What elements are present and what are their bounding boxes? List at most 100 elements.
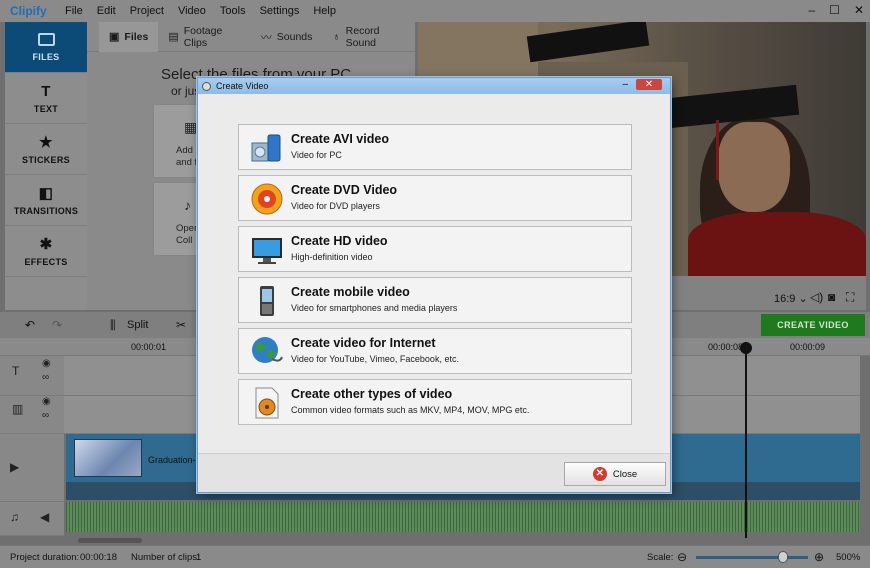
globe-icon xyxy=(252,337,283,363)
clip-thumbnail xyxy=(74,439,142,477)
dialog-footer: ✕ Close xyxy=(198,453,670,492)
card-label: Oper xyxy=(176,223,198,234)
mobile-phone-icon xyxy=(260,286,274,316)
option-hd[interactable]: Create HD video High-definition video xyxy=(238,226,632,272)
overlay-track-header: ▥ ◉ ∞ xyxy=(0,396,64,434)
card-label: Coll xyxy=(176,235,193,246)
clips-label: Number of clips: xyxy=(131,552,200,563)
volume-icon[interactable]: ◀ xyxy=(40,510,49,524)
dialog-controls: – ✕ xyxy=(622,79,662,90)
sidebar-item-files[interactable]: FILES xyxy=(5,22,87,73)
app-logo: Clipify xyxy=(10,4,47,18)
dialog-minimize-button[interactable]: – xyxy=(622,79,628,90)
dialog-title: Create Video xyxy=(216,81,269,91)
tab-sounds[interactable]: 〰 Sounds xyxy=(251,22,323,52)
option-title: Create other types of video xyxy=(291,387,453,401)
image-icon: ▣ xyxy=(109,31,120,43)
music-note-icon: ♫ xyxy=(10,510,19,524)
eye-icon[interactable]: ◉ xyxy=(42,396,51,407)
create-video-button[interactable]: CREATE VIDEO xyxy=(761,314,865,336)
aspect-ratio-dropdown[interactable]: 16:9 ⌄ xyxy=(774,292,808,305)
menu-tools[interactable]: Tools xyxy=(220,5,246,17)
tool-sidebar: FILES T TEXT ★ STICKERS ◧ TRANSITIONS ✱ … xyxy=(5,22,87,310)
sidebar-item-text[interactable]: T TEXT xyxy=(5,73,87,124)
timeline-scrollbar[interactable] xyxy=(78,538,142,543)
menu-edit[interactable]: Edit xyxy=(97,5,116,17)
zoom-out-icon[interactable]: ⊖ xyxy=(677,550,687,564)
hd-monitor-icon xyxy=(252,238,282,264)
option-avi[interactable]: Create AVI video Video for PC xyxy=(238,124,632,170)
maximize-button[interactable]: ☐ xyxy=(829,3,840,17)
option-other[interactable]: Create other types of video Common video… xyxy=(238,379,632,425)
tab-label: Sounds xyxy=(276,30,313,43)
option-subtitle: High-definition video xyxy=(291,252,373,262)
redo-icon[interactable]: ↷ xyxy=(52,318,62,332)
text-icon: T xyxy=(41,82,51,100)
tab-record-sound[interactable]: ♁ Record Sound xyxy=(322,22,415,52)
menu-settings[interactable]: Settings xyxy=(260,5,300,17)
zoom-in-icon[interactable]: ⊕ xyxy=(814,550,824,564)
sidebar-item-transitions[interactable]: ◧ TRANSITIONS xyxy=(5,175,87,226)
menu-help[interactable]: Help xyxy=(313,5,336,17)
option-internet[interactable]: Create video for Internet Video for YouT… xyxy=(238,328,632,374)
scissors-icon[interactable]: ✂ xyxy=(176,318,186,332)
zoom-slider[interactable] xyxy=(696,556,808,559)
ruler-label: 00:00:01 xyxy=(131,342,167,352)
zoom-value: 500% xyxy=(836,552,861,563)
zoom-slider-handle[interactable] xyxy=(778,551,789,563)
dialog-close-x-button[interactable]: ✕ xyxy=(636,79,662,90)
option-subtitle: Video for DVD players xyxy=(291,201,380,211)
link-icon[interactable]: ∞ xyxy=(42,372,49,383)
dvd-disc-icon xyxy=(251,183,283,215)
window-controls: – ☐ ✕ xyxy=(808,3,864,17)
waveform-icon: 〰 xyxy=(260,31,272,44)
scale-label: Scale: xyxy=(647,552,674,563)
close-button-label: Close xyxy=(612,468,638,480)
split-icon: ⫼ xyxy=(110,318,116,332)
option-subtitle: Video for YouTube, Vimeo, Facebook, etc. xyxy=(291,354,459,364)
app-icon xyxy=(202,81,211,91)
playhead[interactable] xyxy=(745,342,747,538)
status-bar: Project duration: 00:00:18 Number of cli… xyxy=(0,545,870,568)
option-subtitle: Video for PC xyxy=(291,150,342,160)
sidebar-item-label: FILES xyxy=(32,51,60,62)
media-tabs: ▣ Files ▤ Footage Clips 〰 Sounds ♁ Recor… xyxy=(87,21,415,52)
option-dvd[interactable]: Create DVD Video Video for DVD players xyxy=(238,175,632,221)
playhead-handle[interactable] xyxy=(740,342,752,354)
ruler-label: 00:00:08 xyxy=(708,342,744,352)
split-button[interactable]: Split xyxy=(127,319,148,331)
sidebar-item-stickers[interactable]: ★ STICKERS xyxy=(5,124,87,175)
fullscreen-icon[interactable]: ⛶ xyxy=(846,290,854,305)
close-window-button[interactable]: ✕ xyxy=(854,3,864,17)
sidebar-item-effects[interactable]: ✱ EFFECTS xyxy=(5,226,87,277)
minimize-button[interactable]: – xyxy=(808,3,815,17)
option-title: Create mobile video xyxy=(291,285,410,299)
undo-icon[interactable]: ↶ xyxy=(25,318,35,332)
close-button[interactable]: ✕ Close xyxy=(564,462,666,486)
eye-icon[interactable]: ◉ xyxy=(42,358,51,369)
audio-track[interactable] xyxy=(66,502,860,532)
tab-label: Record Sound xyxy=(345,24,380,49)
menu-video[interactable]: Video xyxy=(178,5,206,17)
menu-file[interactable]: File xyxy=(65,5,83,17)
link-icon[interactable]: ∞ xyxy=(42,410,49,421)
person-image xyxy=(688,212,866,276)
volume-icon[interactable]: ◁) xyxy=(810,290,823,304)
option-mobile[interactable]: Create mobile video Video for smartphone… xyxy=(238,277,632,323)
menu-project[interactable]: Project xyxy=(130,5,164,17)
card-label: Add xyxy=(176,145,193,156)
tab-footage-clips[interactable]: ▤ Footage Clips xyxy=(158,22,250,52)
sidebar-item-label: STICKERS xyxy=(22,155,70,165)
option-title: Create HD video xyxy=(291,234,388,248)
tab-files[interactable]: ▣ Files xyxy=(99,21,159,52)
dialog-title-bar: Create Video – ✕ xyxy=(198,78,670,94)
media-subheading: or jus xyxy=(171,84,201,98)
ruler-label: 00:00:09 xyxy=(790,342,826,352)
snapshot-icon[interactable]: ◙ xyxy=(828,290,835,304)
audio-track-header: ♫ ◀ xyxy=(0,502,64,536)
star-icon: ★ xyxy=(39,134,53,151)
tassel-image xyxy=(716,120,719,180)
duration-value: 00:00:18 xyxy=(80,552,117,563)
music-note-icon: ♪ xyxy=(184,197,191,213)
tab-label: Footage Clips xyxy=(183,24,223,49)
